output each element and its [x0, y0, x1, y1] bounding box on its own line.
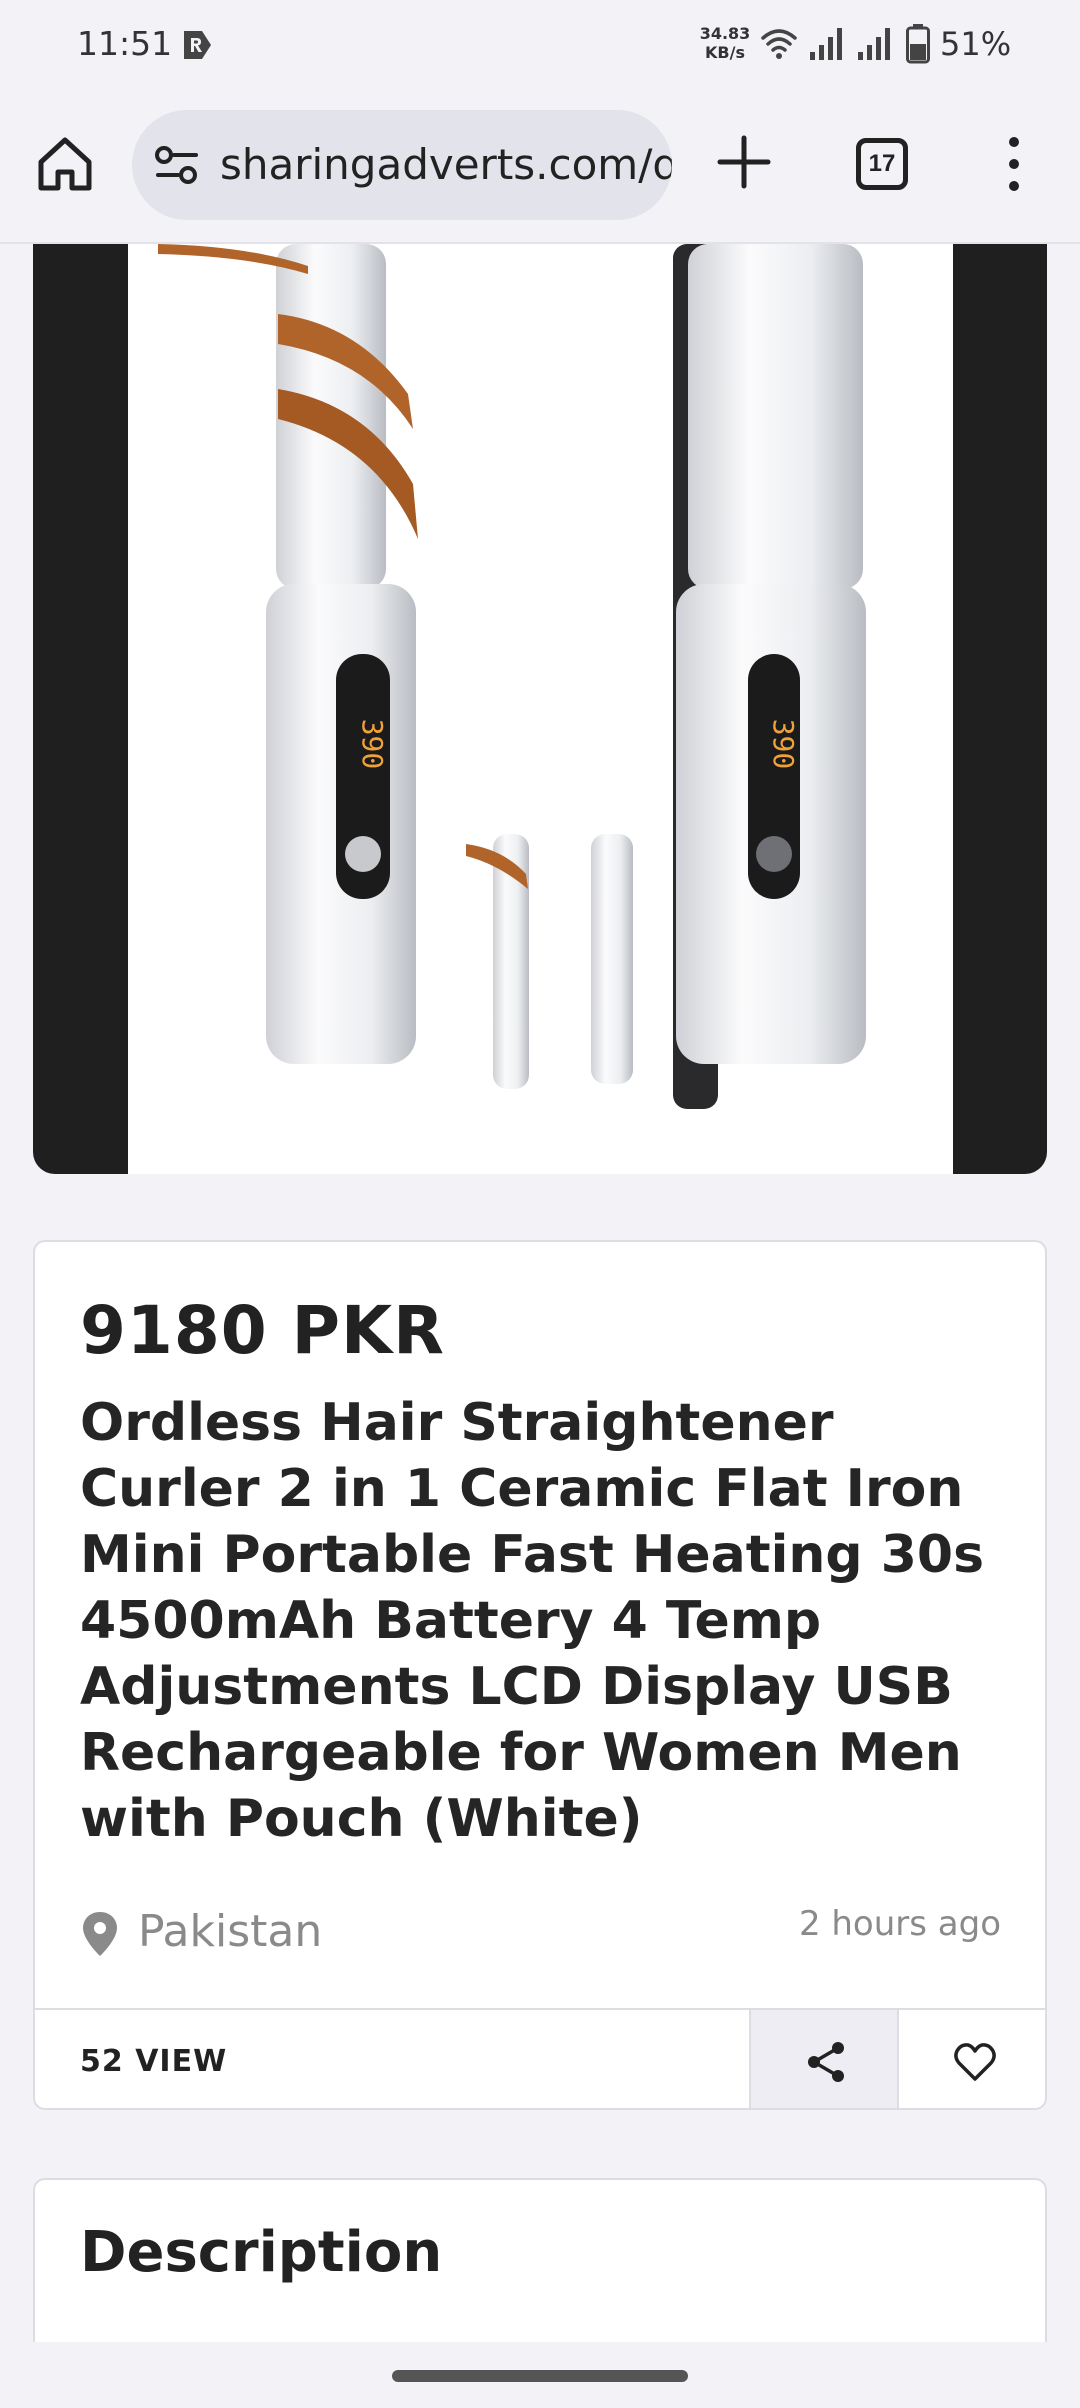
gesture-nav-area: [0, 2342, 1080, 2408]
battery-percent: 51%: [940, 25, 1012, 63]
product-image[interactable]: 390 390: [33, 244, 1047, 1174]
status-bar: 11:51 34.83 KB/s 51%: [0, 0, 1080, 90]
signal-icon: [810, 28, 842, 60]
posted-time: 2 hours ago: [798, 1904, 1001, 1944]
new-tab-icon[interactable]: [716, 134, 772, 190]
network-speed: 34.83 KB/s: [695, 24, 755, 62]
view-count: 52 VIEW: [80, 2044, 228, 2079]
site-settings-icon[interactable]: [154, 145, 200, 185]
mini-straightener: [591, 834, 633, 1084]
more-menu-icon[interactable]: [1000, 134, 1028, 194]
network-speed-value: 34.83: [699, 24, 751, 43]
price: 9180 PKR: [80, 1292, 446, 1369]
status-time: 11:51: [77, 24, 173, 63]
network-speed-unit: KB/s: [705, 43, 745, 62]
product-photo: 390 390: [128, 244, 953, 1174]
gesture-handle[interactable]: [392, 2370, 688, 2382]
straightener-power-button: [756, 836, 792, 872]
heart-icon: [954, 2043, 996, 2081]
listing-card: 9180 PKR Ordless Hair Straightener Curle…: [33, 1240, 1047, 2110]
location-text: Pakistan: [138, 1906, 323, 1957]
app-notification-icon: [184, 31, 211, 59]
location-pin-icon: [83, 1912, 117, 1956]
home-icon[interactable]: [35, 134, 95, 194]
listing-title: Ordless Hair Straightener Curler 2 in 1 …: [80, 1393, 985, 1849]
share-icon: [808, 2042, 844, 2082]
battery-icon: [906, 24, 930, 64]
wifi-icon: [761, 29, 797, 59]
address-bar[interactable]: sharingadverts.com/d: [132, 110, 672, 220]
description-heading: Description: [80, 2220, 443, 2285]
favorite-button[interactable]: [899, 2010, 1045, 2108]
curler-power-button: [345, 836, 381, 872]
straightener-temp: 390: [767, 719, 800, 770]
card-footer: 52 VIEW: [35, 2008, 1045, 2108]
browser-toolbar: sharingadverts.com/d 17: [0, 90, 1080, 244]
tab-switcher-button[interactable]: 17: [856, 138, 908, 190]
signal-icon-2: [858, 28, 890, 60]
product-illustration: 390 390: [158, 244, 866, 1109]
curler-temp: 390: [356, 719, 389, 770]
share-button[interactable]: [749, 2010, 899, 2108]
straightener-arm: [688, 244, 863, 589]
url-text[interactable]: sharingadverts.com/d: [220, 140, 672, 189]
